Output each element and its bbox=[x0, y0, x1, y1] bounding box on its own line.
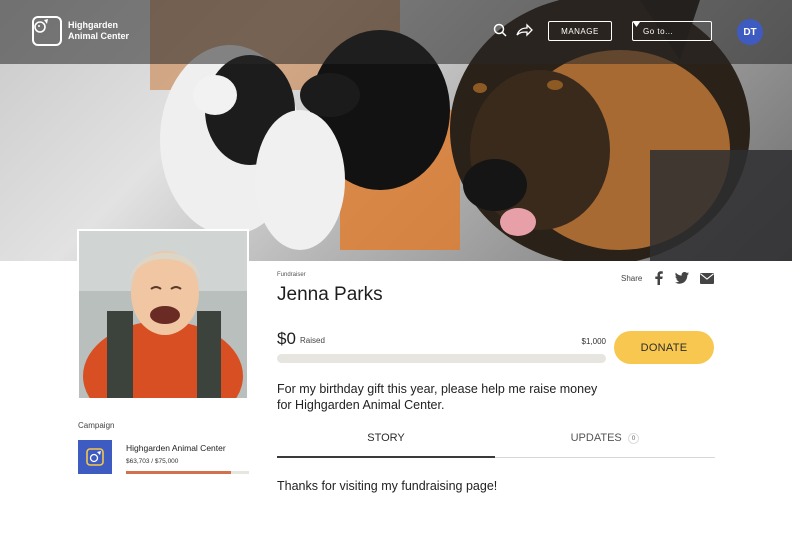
org-logo[interactable]: Highgarden Animal Center bbox=[32, 16, 138, 46]
email-icon[interactable] bbox=[699, 271, 714, 285]
org-name: Highgarden Animal Center bbox=[68, 20, 130, 41]
share-arrow-icon[interactable] bbox=[515, 22, 533, 40]
campaign-amount: $63,703 / $75,000 bbox=[126, 458, 179, 465]
goal-amount: $1,000 bbox=[581, 337, 606, 346]
hero-banner: Highgarden Animal Center MANAGE Go to...… bbox=[0, 0, 792, 261]
campaign-logo-icon[interactable] bbox=[78, 440, 112, 474]
top-navigation-bar: Highgarden Animal Center MANAGE Go to...… bbox=[0, 0, 792, 64]
twitter-icon[interactable] bbox=[674, 271, 689, 285]
fundraiser-description: For my birthday gift this year, please h… bbox=[277, 382, 598, 412]
campaign-name[interactable]: Highgarden Animal Center bbox=[126, 443, 226, 453]
share-label: Share bbox=[621, 274, 643, 283]
search-icon[interactable] bbox=[492, 22, 510, 40]
campaign-progress-fill bbox=[126, 471, 231, 474]
tab-updates[interactable]: UPDATES 0 bbox=[495, 432, 715, 458]
user-avatar[interactable]: DT bbox=[737, 19, 763, 45]
raised-label: Raised bbox=[300, 336, 325, 345]
campaign-progress-bar bbox=[126, 471, 249, 474]
updates-count-badge: 0 bbox=[627, 433, 640, 444]
goto-dropdown[interactable]: Go to... bbox=[632, 21, 712, 41]
dog-logo-icon bbox=[32, 16, 62, 46]
tab-story[interactable]: STORY bbox=[277, 432, 495, 458]
campaign-label: Campaign bbox=[78, 421, 115, 430]
story-text: Thanks for visiting my fundraising page! bbox=[277, 479, 498, 493]
facebook-icon[interactable] bbox=[654, 271, 664, 285]
tab-story-label: STORY bbox=[367, 432, 405, 444]
raised-amount: $0 bbox=[277, 329, 296, 348]
manage-button[interactable]: MANAGE bbox=[548, 21, 612, 41]
tab-updates-label: UPDATES bbox=[570, 432, 622, 444]
fundraiser-role-label: Fundraiser bbox=[277, 272, 306, 278]
fundraiser-progress-bar bbox=[277, 354, 606, 363]
donate-button[interactable]: DONATE bbox=[614, 331, 714, 364]
fundraiser-photo bbox=[77, 229, 249, 400]
fundraiser-name: Jenna Parks bbox=[277, 284, 383, 305]
goto-label: Go to... bbox=[643, 26, 674, 36]
